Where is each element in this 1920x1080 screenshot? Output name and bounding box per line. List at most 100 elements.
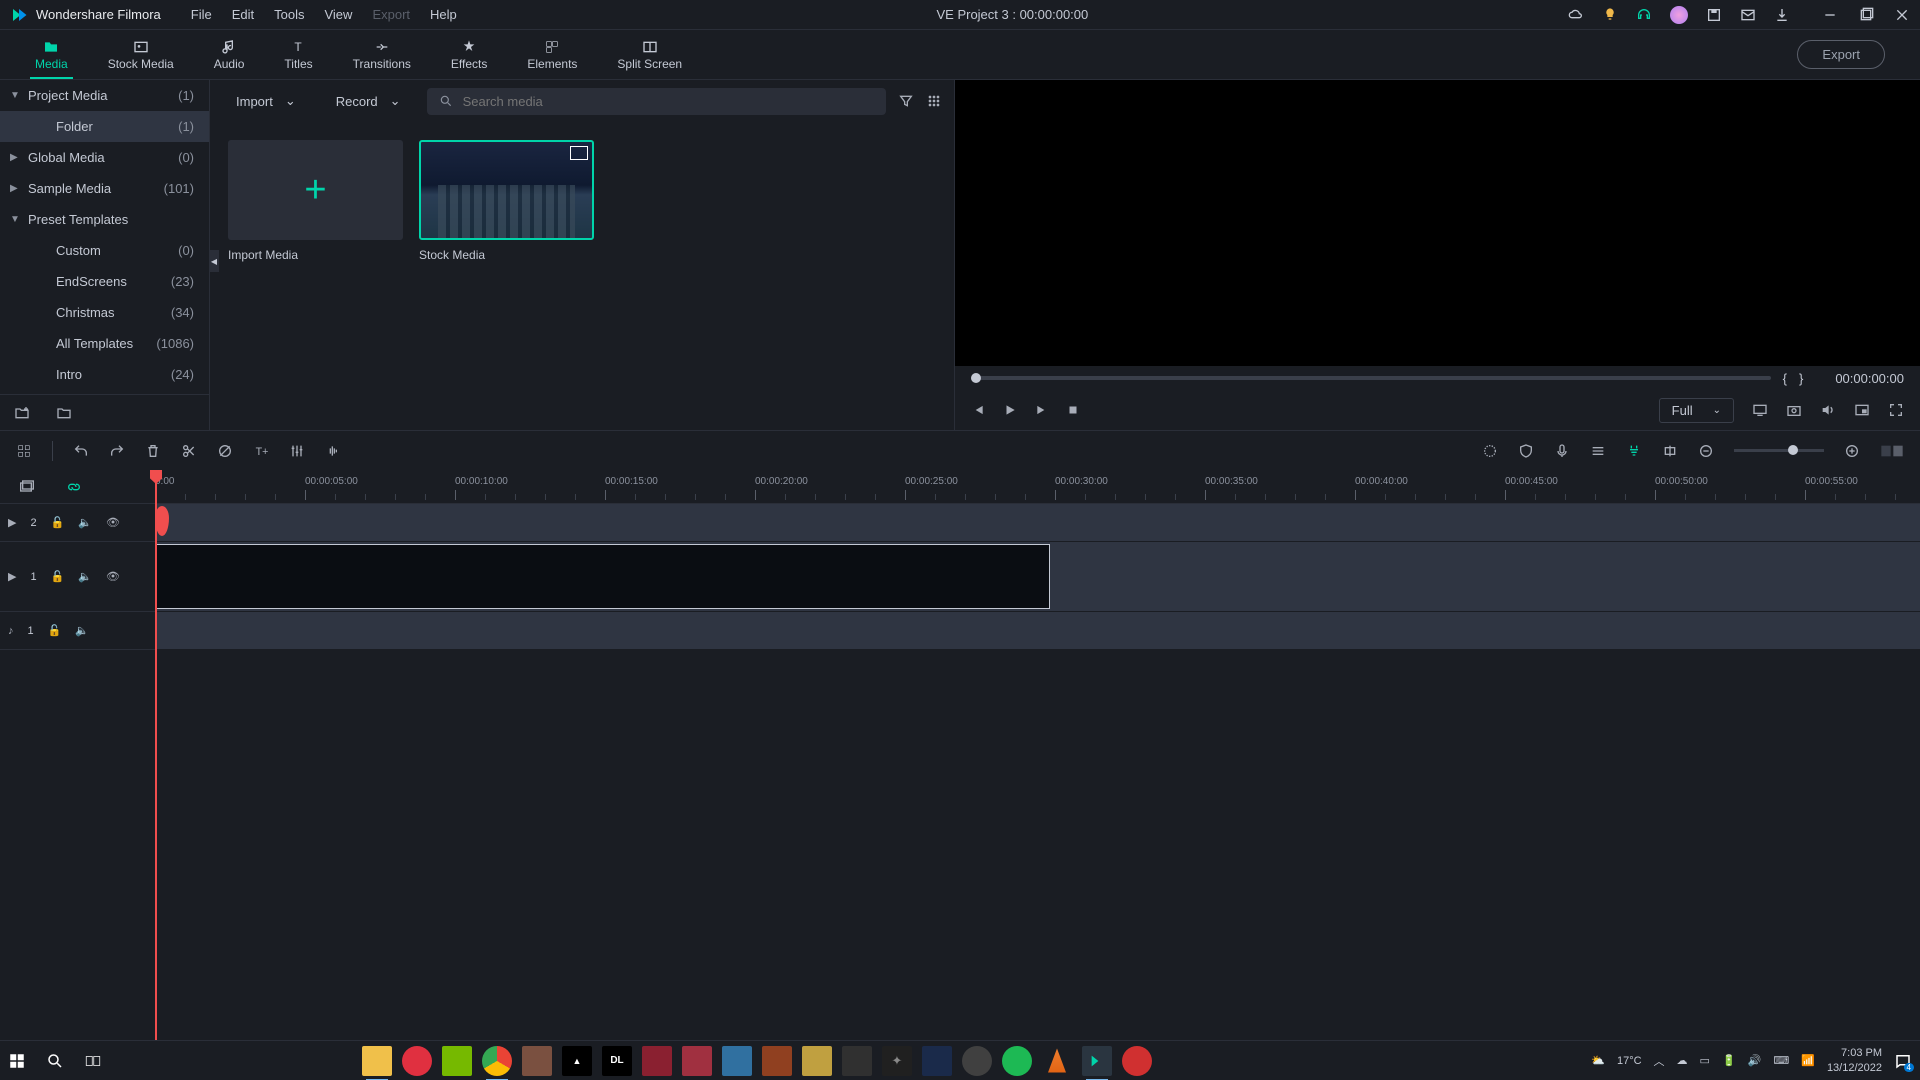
mute-icon[interactable]: 🔈: [78, 516, 92, 529]
app-game1[interactable]: [522, 1046, 552, 1076]
stock-media-tile[interactable]: Stock Media: [419, 140, 594, 412]
tips-icon[interactable]: [1602, 7, 1618, 23]
visibility-icon[interactable]: 👁: [106, 516, 120, 529]
app-vlc[interactable]: [1042, 1046, 1072, 1076]
grid-view-icon[interactable]: [926, 93, 942, 109]
minimize-icon[interactable]: [1822, 7, 1838, 23]
marker-icon[interactable]: [1662, 443, 1678, 459]
stop-icon[interactable]: [1067, 404, 1079, 416]
message-icon[interactable]: [1740, 7, 1756, 23]
layout-icon[interactable]: [16, 443, 32, 459]
save-icon[interactable]: [1706, 7, 1722, 23]
tab-titles[interactable]: TTitles: [264, 39, 332, 71]
lock-icon[interactable]: 🔓: [51, 516, 65, 529]
adjust-icon[interactable]: [289, 443, 305, 459]
tab-stock-media[interactable]: Stock Media: [88, 39, 194, 71]
weather-icon[interactable]: ⛅: [1591, 1054, 1605, 1067]
redo-icon[interactable]: [109, 443, 125, 459]
zoom-fit-icon[interactable]: [1880, 443, 1904, 459]
sidebar-item-project-media[interactable]: ▼Project Media(1): [0, 80, 209, 111]
app-red[interactable]: [1122, 1046, 1152, 1076]
menu-edit[interactable]: Edit: [232, 7, 254, 22]
delete-icon[interactable]: [145, 443, 161, 459]
sidebar-item-sample-media[interactable]: ▶Sample Media(101): [0, 173, 209, 204]
sidebar-item-global-media[interactable]: ▶Global Media(0): [0, 142, 209, 173]
menu-help[interactable]: Help: [430, 7, 457, 22]
sidebar-item-christmas[interactable]: Christmas(34): [0, 297, 209, 328]
timeline-ruler[interactable]: 0:0000:00:05:0000:00:10:0000:00:15:0000:…: [155, 470, 1920, 504]
cloud-icon[interactable]: [1568, 7, 1584, 23]
zoom-in-icon[interactable]: [1844, 443, 1860, 459]
app-game10[interactable]: ✦: [882, 1046, 912, 1076]
pip-icon[interactable]: [1854, 402, 1870, 418]
app-game5[interactable]: [682, 1046, 712, 1076]
folder-icon[interactable]: [56, 405, 72, 421]
link-icon[interactable]: [66, 479, 82, 495]
tab-media[interactable]: Media: [15, 39, 88, 71]
split-icon[interactable]: [181, 443, 197, 459]
mark-in-label[interactable]: {: [1783, 371, 1787, 386]
text-icon[interactable]: T+: [253, 443, 269, 459]
display-icon[interactable]: [1752, 402, 1768, 418]
notifications-icon[interactable]: 4: [1894, 1052, 1912, 1070]
quality-select[interactable]: Full⌄: [1659, 398, 1734, 423]
next-frame-icon[interactable]: [1035, 403, 1049, 417]
tray-lang-icon[interactable]: ⌨: [1773, 1054, 1789, 1067]
close-icon[interactable]: [1894, 7, 1910, 23]
tab-elements[interactable]: Elements: [507, 39, 597, 71]
sidebar-item-all-templates[interactable]: All Templates(1086): [0, 328, 209, 359]
visibility-icon[interactable]: 👁: [106, 570, 120, 583]
mixer-icon[interactable]: [1590, 443, 1606, 459]
sidebar-item-preset-templates[interactable]: ▼Preset Templates: [0, 204, 209, 235]
preview-scrubber[interactable]: [971, 376, 1771, 380]
mute-icon[interactable]: 🔈: [78, 570, 92, 583]
voiceover-icon[interactable]: [1554, 443, 1570, 459]
download-icon[interactable]: [1774, 7, 1790, 23]
track-video-2[interactable]: [155, 504, 1920, 542]
play-icon[interactable]: [1003, 403, 1017, 417]
shield-icon[interactable]: [1518, 443, 1534, 459]
mute-icon[interactable]: 🔈: [75, 624, 89, 637]
taskbar-clock[interactable]: 7:03 PM 13/12/2022: [1827, 1046, 1882, 1075]
taskbar-search-icon[interactable]: [46, 1052, 64, 1070]
prev-frame-icon[interactable]: [971, 403, 985, 417]
app-game3[interactable]: DL: [602, 1046, 632, 1076]
import-dropdown[interactable]: Import⌄: [222, 87, 310, 115]
start-icon[interactable]: [8, 1052, 26, 1070]
search-box[interactable]: [427, 88, 886, 115]
record-dropdown[interactable]: Record⌄: [322, 87, 415, 115]
tray-wifi-icon[interactable]: 📶: [1801, 1054, 1815, 1067]
app-nvidia[interactable]: [442, 1046, 472, 1076]
zoom-out-icon[interactable]: [1698, 443, 1714, 459]
maximize-icon[interactable]: [1858, 7, 1874, 23]
render-icon[interactable]: [1482, 443, 1498, 459]
tab-transitions[interactable]: Transitions: [333, 39, 431, 71]
volume-icon[interactable]: [1820, 402, 1836, 418]
app-opera[interactable]: [402, 1046, 432, 1076]
app-explorer[interactable]: [362, 1046, 392, 1076]
crop-icon[interactable]: [217, 443, 233, 459]
support-icon[interactable]: [1636, 7, 1652, 23]
search-input[interactable]: [463, 94, 874, 109]
export-button[interactable]: Export: [1797, 40, 1885, 69]
timeline-marker-clip[interactable]: [155, 506, 169, 536]
app-game11[interactable]: [922, 1046, 952, 1076]
lock-icon[interactable]: 🔓: [48, 624, 62, 637]
app-spotify[interactable]: [1002, 1046, 1032, 1076]
lock-icon[interactable]: 🔓: [51, 570, 65, 583]
magnet-icon[interactable]: [1626, 443, 1642, 459]
app-game12[interactable]: [962, 1046, 992, 1076]
tray-chevron-icon[interactable]: ︿: [1654, 1053, 1665, 1069]
app-game7[interactable]: [762, 1046, 792, 1076]
menu-view[interactable]: View: [324, 7, 352, 22]
account-icon[interactable]: [1670, 6, 1688, 24]
tab-audio[interactable]: Audio: [194, 39, 265, 71]
sidebar-item-custom[interactable]: Custom(0): [0, 235, 209, 266]
sidebar-item-folder[interactable]: Folder(1): [0, 111, 209, 142]
app-chrome[interactable]: [482, 1046, 512, 1076]
snapshot-icon[interactable]: [1786, 402, 1802, 418]
import-media-tile[interactable]: + Import Media: [228, 140, 403, 412]
track-video-1[interactable]: [155, 542, 1920, 612]
tray-onedrive-icon[interactable]: ☁: [1677, 1054, 1688, 1067]
zoom-slider[interactable]: [1734, 449, 1824, 452]
